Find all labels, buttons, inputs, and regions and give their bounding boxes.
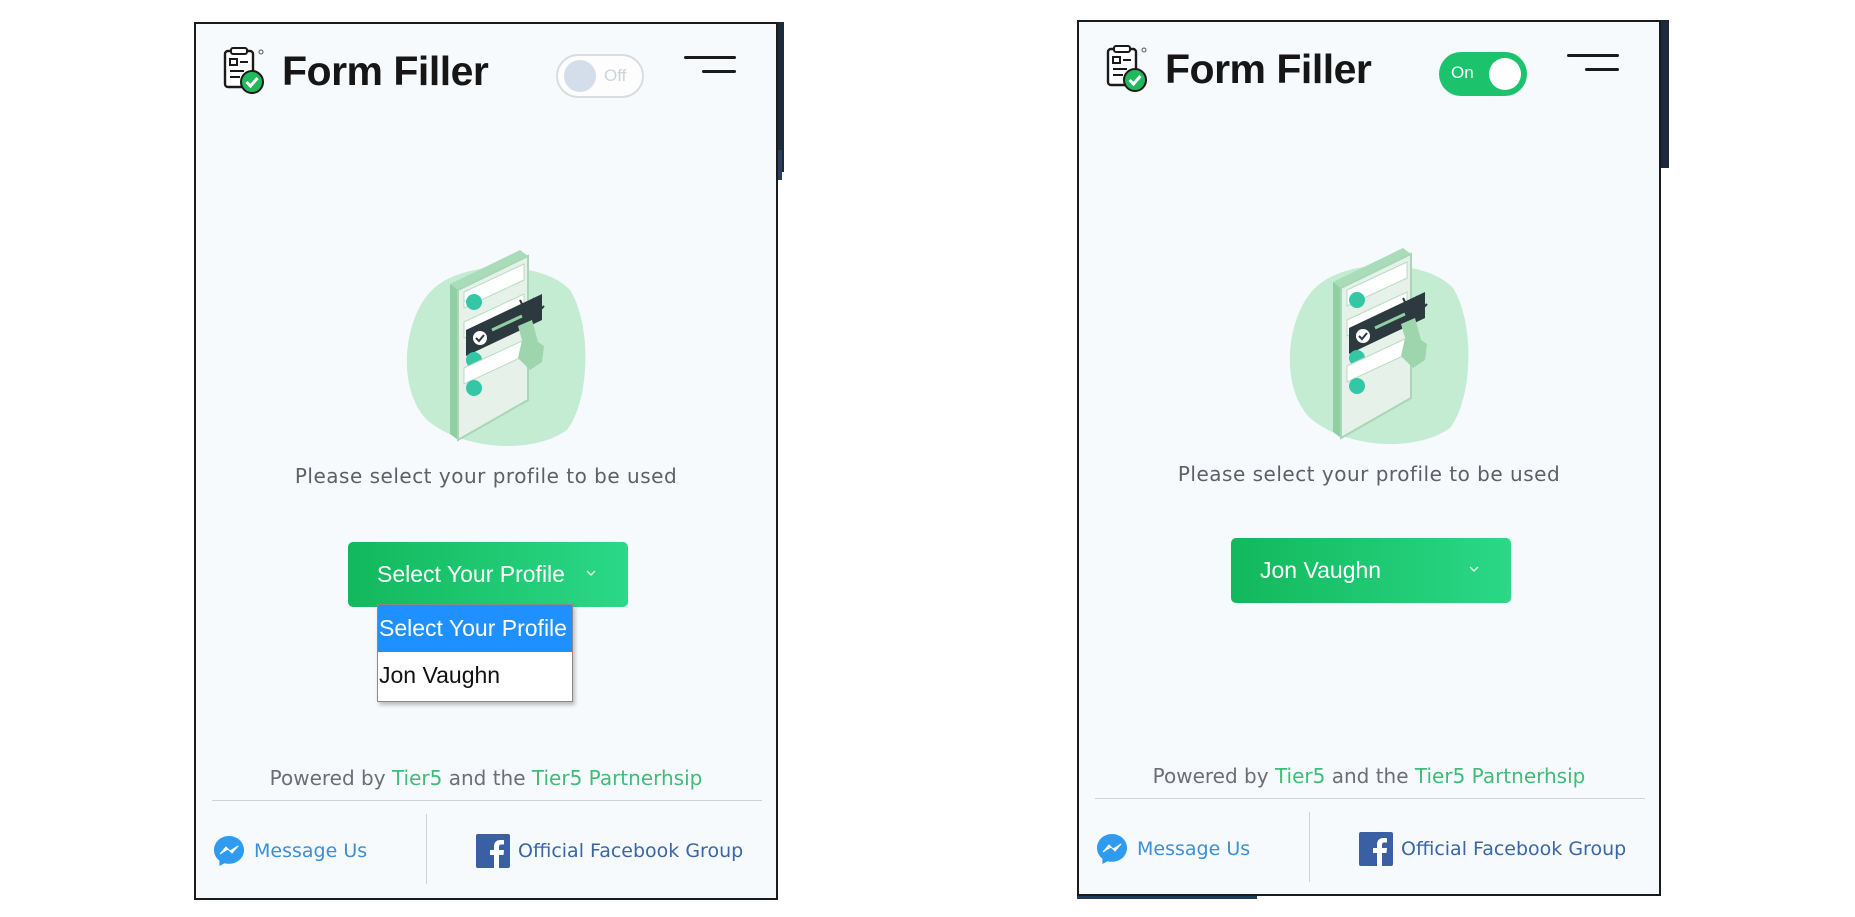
footer-separator — [426, 814, 427, 884]
hamburger-menu-icon[interactable] — [1565, 54, 1619, 80]
facebook-group-link[interactable]: Official Facebook Group — [476, 834, 743, 868]
footer-separator — [1309, 812, 1310, 882]
facebook-group-link[interactable]: Official Facebook Group — [1359, 832, 1626, 866]
app-title: Form Filler — [282, 48, 489, 94]
powered-prefix: Powered by — [269, 766, 386, 790]
enable-toggle[interactable]: Off — [556, 54, 644, 98]
footer-divider — [1095, 798, 1645, 799]
profile-select-value: Select Your Profile — [377, 561, 565, 587]
toggle-knob — [564, 60, 596, 92]
message-us-link[interactable]: Message Us — [212, 834, 367, 868]
hamburger-menu-icon[interactable] — [682, 56, 736, 82]
facebook-group-label: Official Facebook Group — [1401, 838, 1627, 860]
tier5-link[interactable]: Tier5 — [1275, 764, 1325, 788]
powered-mid: and the — [448, 766, 526, 790]
enable-toggle[interactable]: On — [1439, 52, 1527, 96]
dropdown-option-jon-vaughn[interactable]: Jon Vaughn — [378, 652, 572, 699]
profile-select-value: Jon Vaughn — [1260, 557, 1382, 583]
messenger-icon — [1097, 834, 1127, 864]
powered-by-line: Powered by Tier5 and the Tier5 Partnerhs… — [1079, 764, 1659, 788]
toggle-label: Off — [604, 66, 627, 85]
facebook-icon — [1359, 832, 1393, 866]
powered-mid: and the — [1331, 764, 1409, 788]
toggle-knob — [1489, 58, 1521, 90]
background-page — [1661, 20, 1669, 168]
profile-select[interactable]: Select Your Profile — [348, 542, 628, 607]
extension-popup-on: Form Filler On Please select your profil… — [1077, 20, 1661, 896]
facebook-icon — [476, 834, 510, 868]
dropdown-option-select-profile[interactable]: Select Your Profile — [378, 605, 572, 652]
profile-prompt: Please select your profile to be used — [294, 464, 678, 488]
messenger-icon — [214, 836, 244, 866]
facebook-group-label: Official Facebook Group — [518, 840, 744, 862]
form-filler-logo-icon — [1106, 45, 1147, 92]
powered-prefix: Powered by — [1152, 764, 1269, 788]
toggle-label: On — [1451, 63, 1474, 82]
footer-divider — [212, 800, 762, 801]
tier5-partnership-link[interactable]: Tier5 Partnerhsip — [1415, 764, 1585, 788]
form-filler-logo-icon — [223, 47, 264, 94]
form-illustration — [1289, 248, 1469, 445]
tier5-partnership-link[interactable]: Tier5 Partnerhsip — [532, 766, 702, 790]
extension-popup-off: Form Filler Off Please select your profi… — [194, 22, 778, 900]
background-page — [778, 150, 782, 180]
chevron-down-icon — [586, 570, 596, 577]
powered-by-line: Powered by Tier5 and the Tier5 Partnerhs… — [196, 766, 776, 790]
form-illustration — [406, 250, 586, 447]
message-us-label: Message Us — [1137, 838, 1251, 860]
tier5-link[interactable]: Tier5 — [392, 766, 442, 790]
profile-dropdown-list: Select Your Profile Jon Vaughn — [377, 604, 573, 702]
app-title: Form Filler — [1165, 46, 1372, 92]
chevron-down-icon — [1469, 566, 1479, 573]
message-us-link[interactable]: Message Us — [1095, 832, 1250, 866]
message-us-label: Message Us — [254, 840, 368, 862]
profile-select[interactable]: Jon Vaughn — [1231, 538, 1511, 603]
profile-prompt: Please select your profile to be used — [1177, 462, 1561, 486]
